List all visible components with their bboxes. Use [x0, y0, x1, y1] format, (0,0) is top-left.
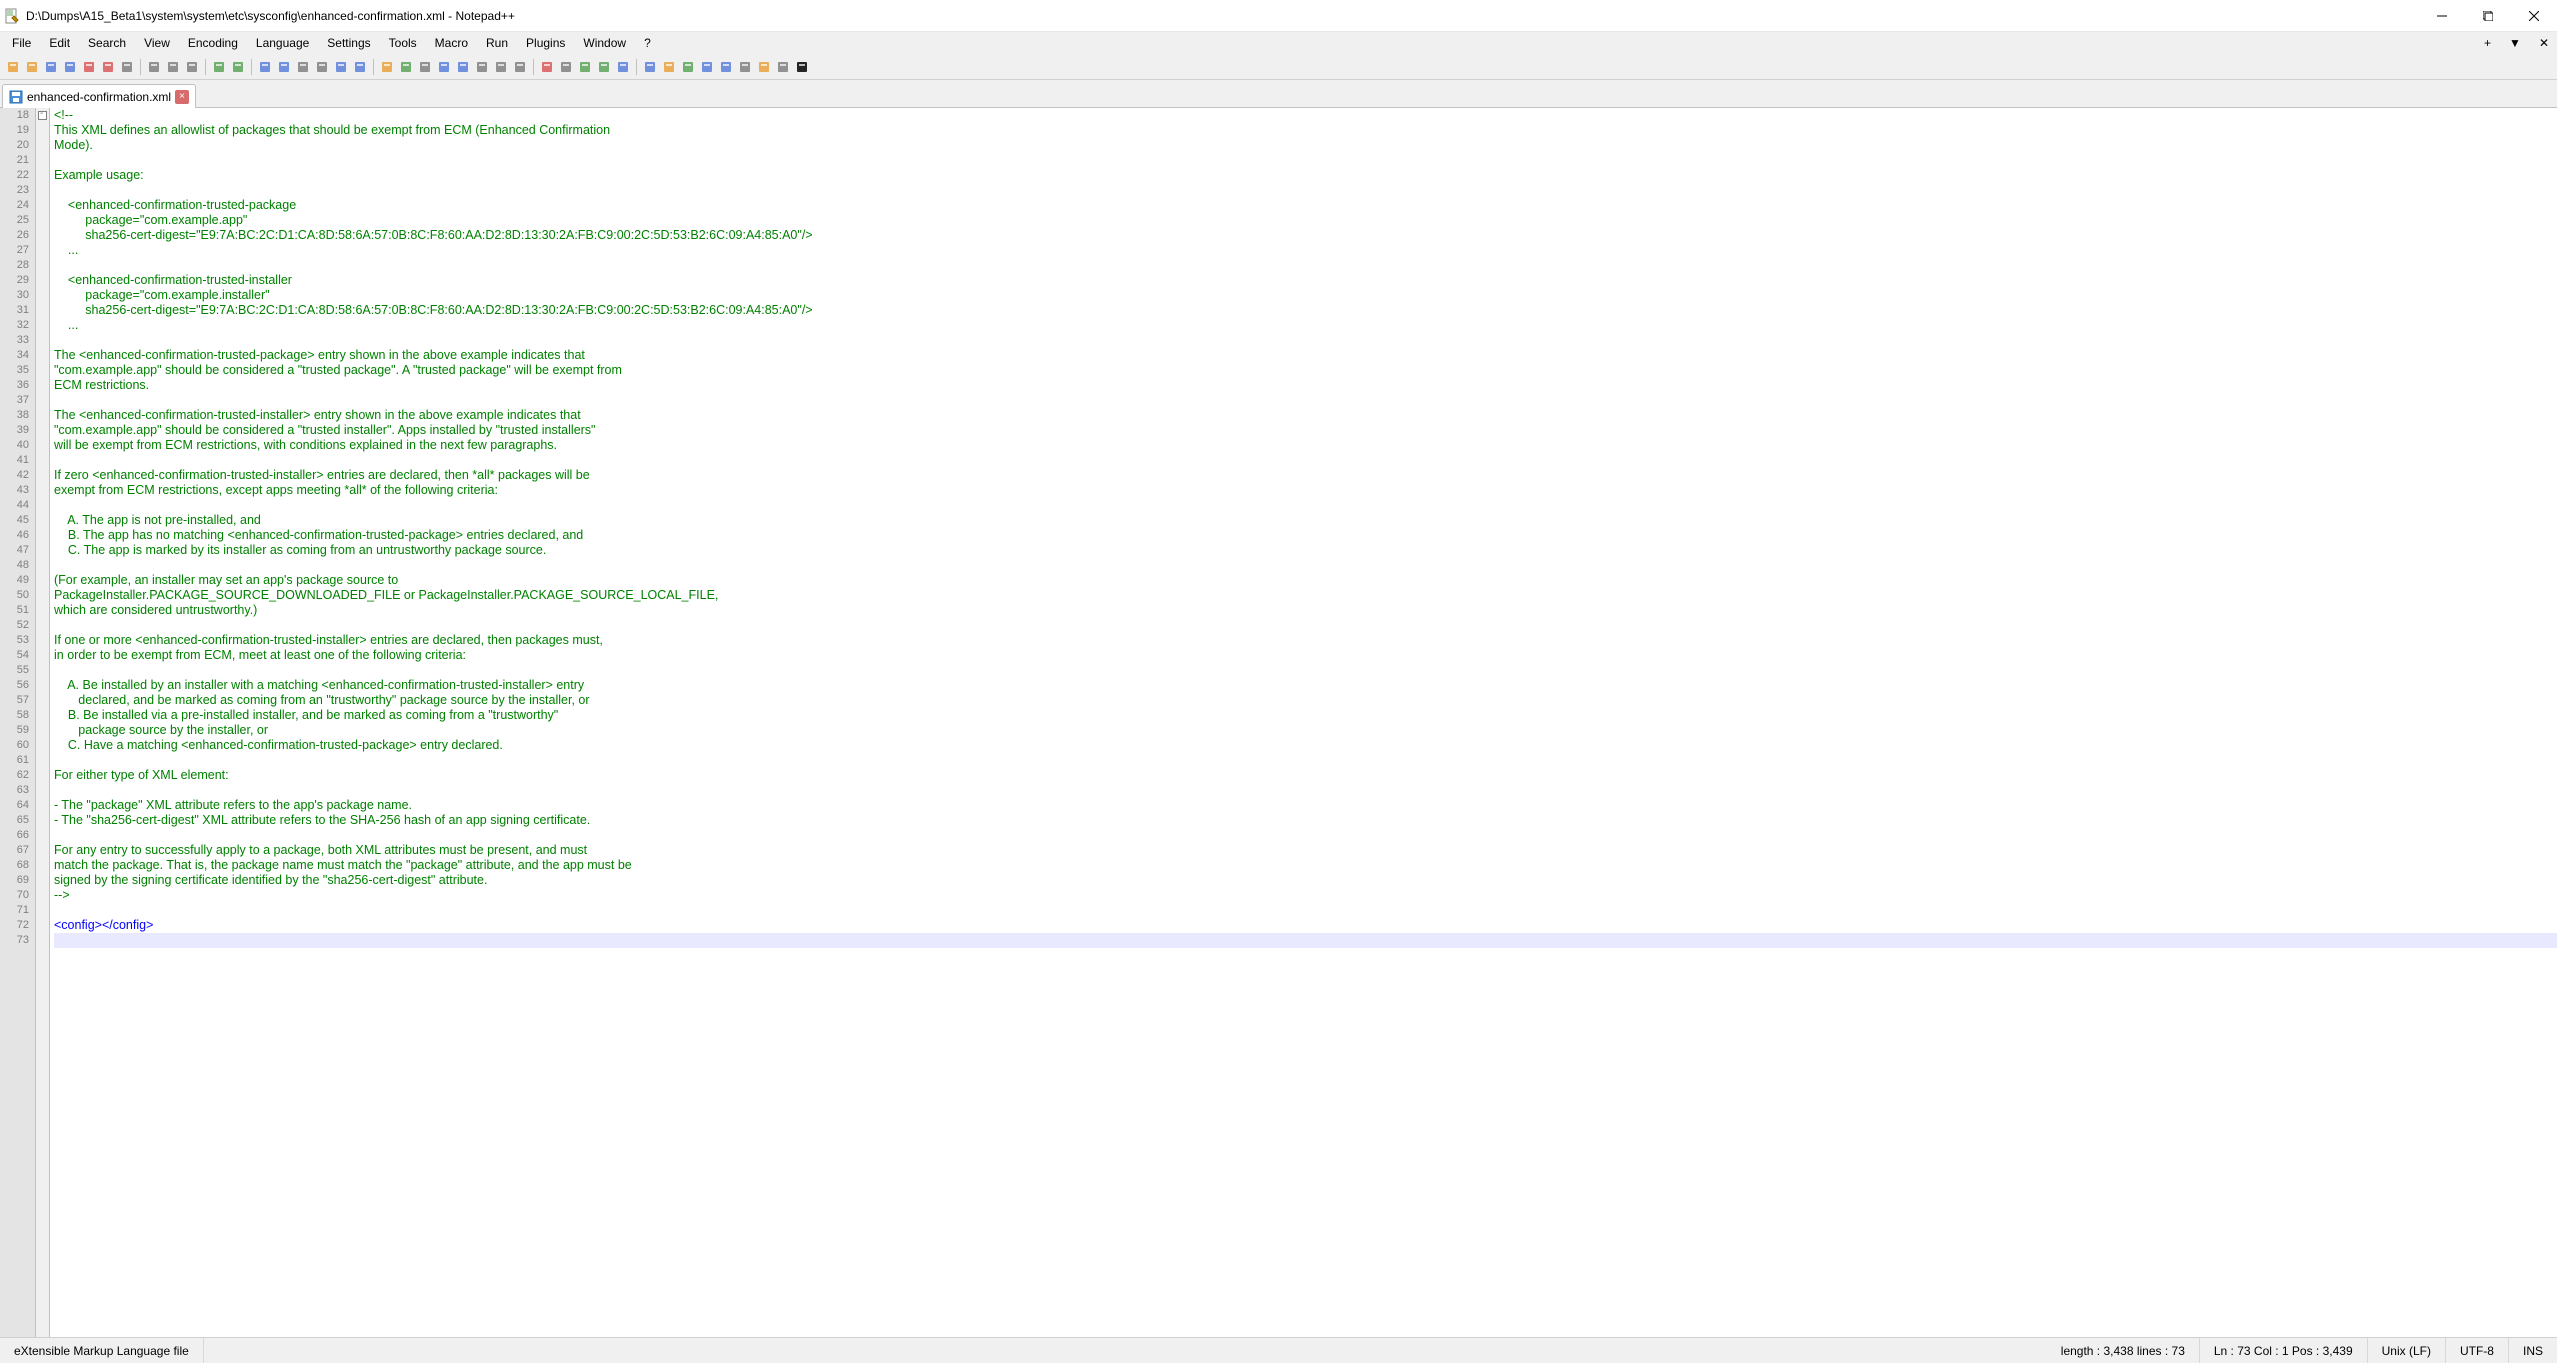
play-macro-icon[interactable]: [576, 58, 594, 76]
toggle-3-icon[interactable]: [698, 58, 716, 76]
menu-macro[interactable]: Macro: [427, 34, 476, 52]
show-all-icon[interactable]: [397, 58, 415, 76]
tab-label: enhanced-confirmation.xml: [27, 90, 171, 104]
doc-map-icon[interactable]: [435, 58, 453, 76]
toggle-4-icon[interactable]: [717, 58, 735, 76]
window-titlebar: D:\Dumps\A15_Beta1\system\system\etc\sys…: [0, 0, 2557, 32]
toggle-6-icon[interactable]: [755, 58, 773, 76]
record-macro-icon[interactable]: [538, 58, 556, 76]
zoom-out-icon[interactable]: [313, 58, 331, 76]
monitoring-icon[interactable]: [511, 58, 529, 76]
new-file-icon[interactable]: [4, 58, 22, 76]
toggle-7-icon[interactable]: [774, 58, 792, 76]
sync-v-icon[interactable]: [332, 58, 350, 76]
spell-check-icon[interactable]: [641, 58, 659, 76]
fold-margin[interactable]: [36, 108, 50, 1337]
menu-extra-x[interactable]: ✕: [2531, 34, 2557, 52]
menu-help[interactable]: ?: [636, 34, 659, 52]
find-icon[interactable]: [256, 58, 274, 76]
status-position: Ln : 73 Col : 1 Pos : 3,439: [2200, 1338, 2368, 1363]
menu-view[interactable]: View: [136, 34, 178, 52]
line-number-gutter: 1819202122232425262728293031323334353637…: [0, 108, 36, 1337]
menubar: File Edit Search View Encoding Language …: [0, 32, 2557, 54]
close-all-icon[interactable]: [99, 58, 117, 76]
menu-tools[interactable]: Tools: [381, 34, 425, 52]
status-length: length : 3,438 lines : 73: [2047, 1338, 2200, 1363]
menu-search[interactable]: Search: [80, 34, 134, 52]
print-icon[interactable]: [118, 58, 136, 76]
redo-icon[interactable]: [229, 58, 247, 76]
close-icon[interactable]: [80, 58, 98, 76]
indent-guide-icon[interactable]: [416, 58, 434, 76]
open-icon[interactable]: [23, 58, 41, 76]
replace-icon[interactable]: [275, 58, 293, 76]
minimize-button[interactable]: [2419, 0, 2465, 32]
menu-window[interactable]: Window: [575, 34, 634, 52]
menu-plugins[interactable]: Plugins: [518, 34, 573, 52]
undo-icon[interactable]: [210, 58, 228, 76]
menu-run[interactable]: Run: [478, 34, 516, 52]
menu-extra-down[interactable]: ▼: [2501, 34, 2529, 52]
copy-icon[interactable]: [164, 58, 182, 76]
statusbar: eXtensible Markup Language file length :…: [0, 1337, 2557, 1363]
toggle-1-icon[interactable]: [660, 58, 678, 76]
save-macro-icon[interactable]: [614, 58, 632, 76]
editor[interactable]: 1819202122232425262728293031323334353637…: [0, 108, 2557, 1337]
toolbar-separator: [636, 59, 637, 75]
toolbar-separator: [533, 59, 534, 75]
wordwrap-icon[interactable]: [378, 58, 396, 76]
app-icon: [4, 8, 20, 24]
file-saved-icon: [9, 90, 23, 104]
save-all-icon[interactable]: [61, 58, 79, 76]
status-eol[interactable]: Unix (LF): [2368, 1338, 2446, 1363]
zoom-in-icon[interactable]: [294, 58, 312, 76]
menu-language[interactable]: Language: [248, 34, 317, 52]
text-content[interactable]: <!--This XML defines an allowlist of pac…: [50, 108, 2557, 1337]
toolbar-separator: [140, 59, 141, 75]
toggle-5-icon[interactable]: [736, 58, 754, 76]
doc-list-icon[interactable]: [454, 58, 472, 76]
toolbar-separator: [205, 59, 206, 75]
tab-close-button[interactable]: ×: [175, 90, 189, 104]
paste-icon[interactable]: [183, 58, 201, 76]
menu-settings[interactable]: Settings: [319, 34, 378, 52]
toolbar-separator: [251, 59, 252, 75]
file-tab[interactable]: enhanced-confirmation.xml ×: [2, 84, 196, 108]
status-mode[interactable]: INS: [2509, 1338, 2557, 1363]
toolbar: [0, 54, 2557, 80]
menu-edit[interactable]: Edit: [41, 34, 78, 52]
play-multi-icon[interactable]: [595, 58, 613, 76]
toolbar-separator: [373, 59, 374, 75]
maximize-button[interactable]: [2465, 0, 2511, 32]
tabbar: enhanced-confirmation.xml ×: [0, 80, 2557, 108]
close-window-button[interactable]: [2511, 0, 2557, 32]
toggle-2-icon[interactable]: [679, 58, 697, 76]
window-title: D:\Dumps\A15_Beta1\system\system\etc\sys…: [26, 9, 515, 23]
menu-extra-plus[interactable]: +: [2476, 34, 2499, 52]
folder-workspace-icon[interactable]: [492, 58, 510, 76]
stop-macro-icon[interactable]: [557, 58, 575, 76]
menu-encoding[interactable]: Encoding: [180, 34, 246, 52]
status-encoding[interactable]: UTF-8: [2446, 1338, 2509, 1363]
toggle-8-icon[interactable]: [793, 58, 811, 76]
sync-h-icon[interactable]: [351, 58, 369, 76]
cut-icon[interactable]: [145, 58, 163, 76]
menu-file[interactable]: File: [4, 34, 39, 52]
save-icon[interactable]: [42, 58, 60, 76]
function-list-icon[interactable]: [473, 58, 491, 76]
status-filetype: eXtensible Markup Language file: [0, 1338, 204, 1363]
